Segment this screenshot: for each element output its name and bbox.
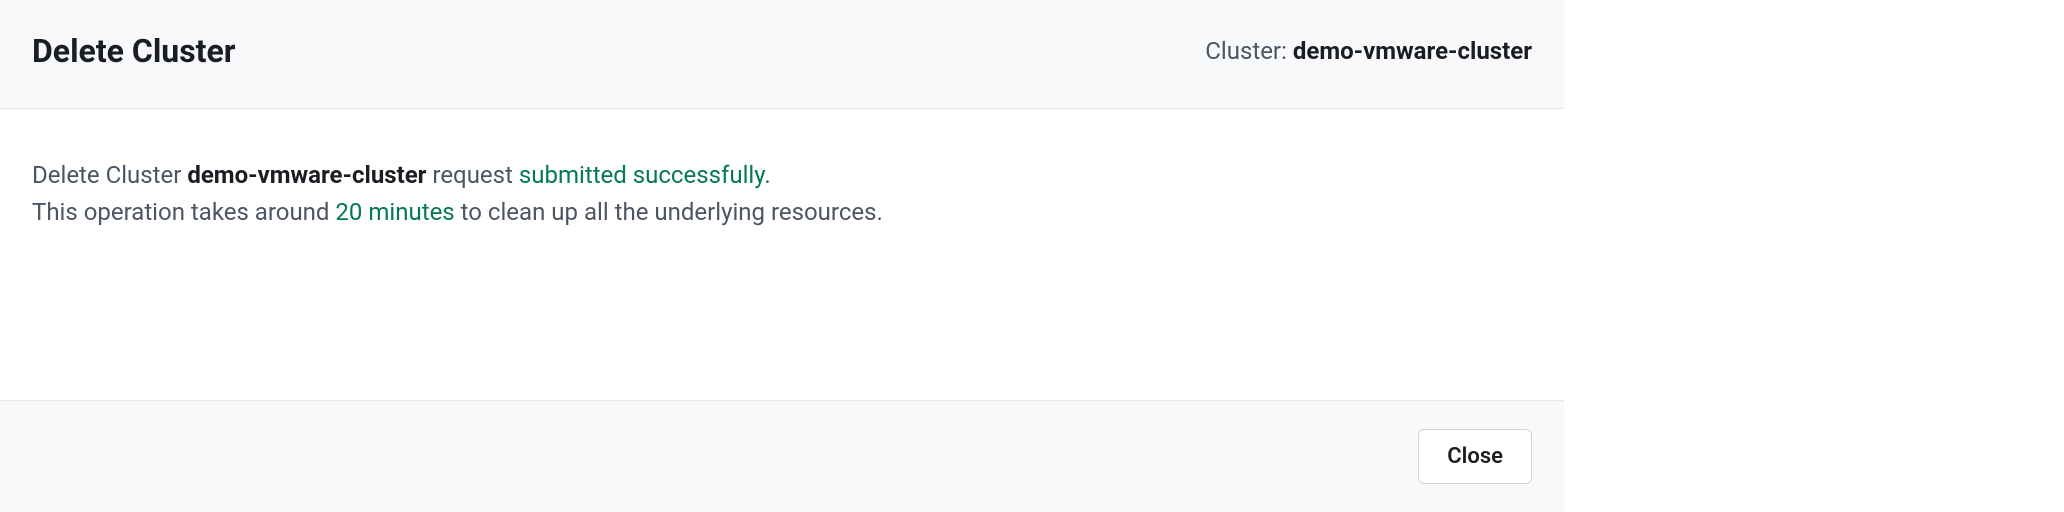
message-prefix: Delete Cluster	[32, 161, 187, 189]
close-button[interactable]: Close	[1418, 429, 1532, 484]
message-success: submitted successfully.	[519, 161, 771, 189]
dialog-footer: Close	[0, 401, 1564, 512]
duration-suffix: to clean up all the underlying resources…	[455, 198, 883, 226]
dialog-title: Delete Cluster	[32, 32, 235, 70]
dialog-body: Delete Cluster demo-vmware-cluster reque…	[0, 109, 1564, 401]
dialog-header: Delete Cluster Cluster: demo-vmware-clus…	[0, 0, 1564, 109]
message-cluster-name: demo-vmware-cluster	[187, 161, 426, 189]
delete-cluster-dialog: Delete Cluster Cluster: demo-vmware-clus…	[0, 0, 1564, 512]
duration-prefix: This operation takes around	[32, 198, 335, 226]
cluster-info: Cluster: demo-vmware-cluster	[1205, 37, 1532, 65]
message-middle: request	[426, 161, 518, 189]
cluster-name: demo-vmware-cluster	[1293, 37, 1532, 65]
status-message-line2: This operation takes around 20 minutes t…	[32, 194, 1532, 231]
duration-value: 20 minutes	[335, 198, 454, 226]
status-message-line1: Delete Cluster demo-vmware-cluster reque…	[32, 157, 1532, 194]
cluster-label: Cluster:	[1205, 37, 1293, 65]
empty-right-region	[1564, 0, 2064, 512]
